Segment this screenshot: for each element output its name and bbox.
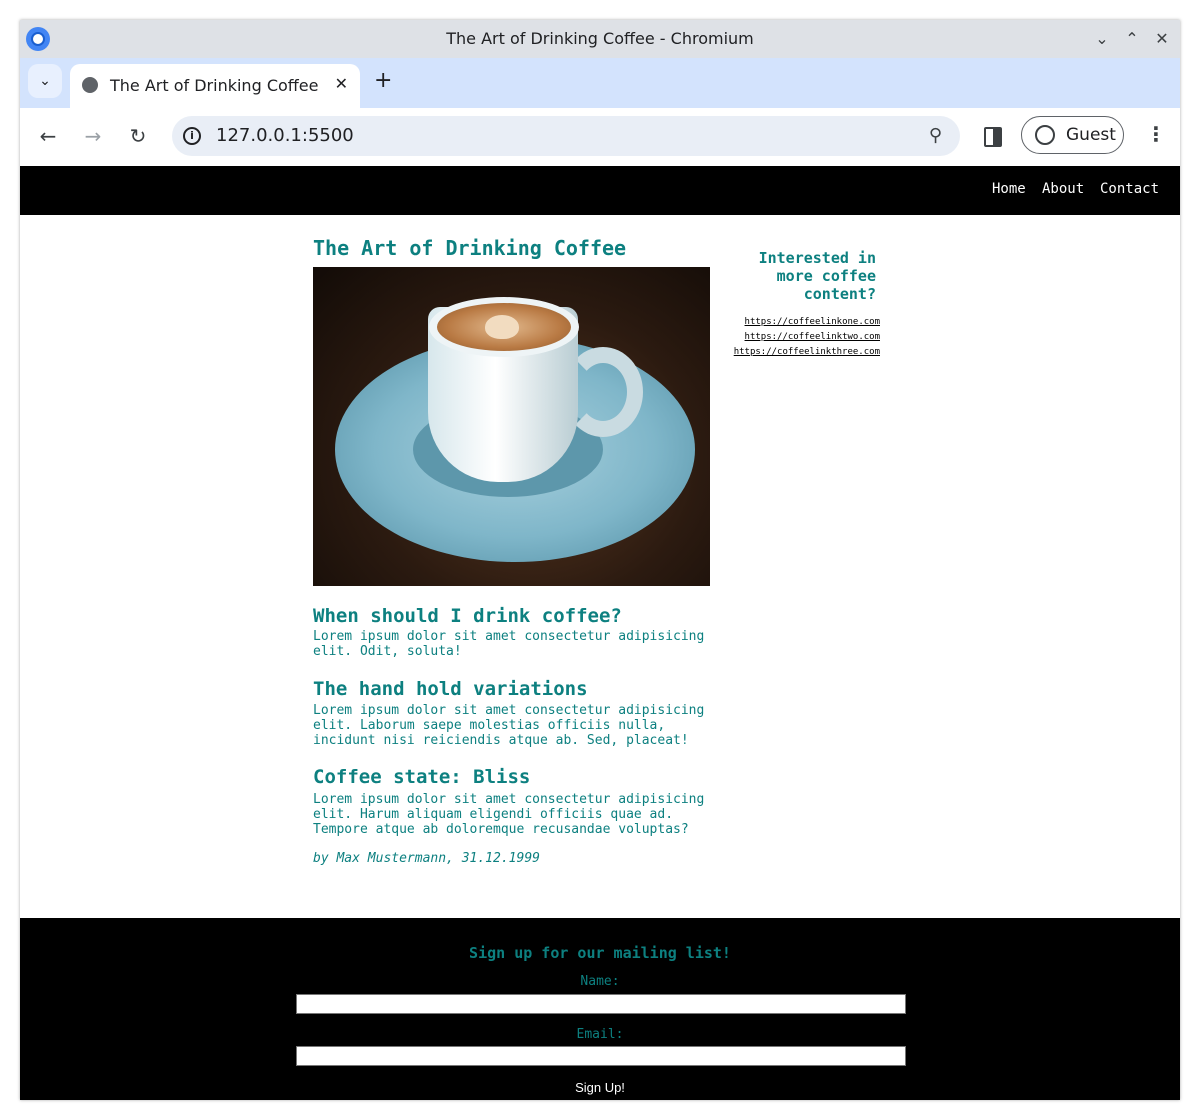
aside-link[interactable]: https://coffeelinkone.com — [720, 315, 880, 330]
aside-heading: Interested in more coffee content? — [758, 249, 876, 303]
section-heading: When should I drink coffee? — [313, 605, 622, 627]
nav-link-home[interactable]: Home — [992, 181, 1026, 197]
profile-label: Guest — [1066, 125, 1116, 145]
close-window-icon[interactable]: ✕ — [1151, 28, 1173, 50]
browser-toolbar: ← → ↻ i 127.0.0.1:5500 ⚲ Guest ⋮ — [20, 108, 1180, 166]
profile-button[interactable]: Guest — [1021, 116, 1124, 154]
aside-link-list: https://coffeelinkone.com https://coffee… — [720, 315, 880, 360]
nav-link-about[interactable]: About — [1042, 181, 1084, 197]
name-label: Name: — [580, 974, 620, 989]
address-bar[interactable]: i 127.0.0.1:5500 ⚲ — [172, 116, 960, 156]
minimize-icon[interactable]: ⌄ — [1091, 28, 1113, 50]
zoom-icon[interactable]: ⚲ — [929, 125, 942, 146]
maximize-icon[interactable]: ⌃ — [1121, 28, 1143, 50]
section-heading: The hand hold variations — [313, 678, 588, 700]
name-input[interactable] — [296, 994, 906, 1014]
globe-icon — [82, 77, 98, 93]
related-links-panel: Interested in more coffee content? https… — [720, 249, 890, 357]
site-info-icon[interactable]: i — [183, 127, 201, 145]
nav-link-contact[interactable]: Contact — [1100, 181, 1159, 197]
mailing-list-footer: Sign up for our mailing list! Name: Emai… — [20, 918, 1180, 1100]
email-label: Email: — [576, 1027, 624, 1042]
site-navbar: Home About Contact — [20, 166, 1180, 215]
section-text: Lorem ipsum dolor sit amet consectetur a… — [313, 629, 705, 659]
back-arrow-icon[interactable]: ← — [35, 123, 61, 149]
section-text: Lorem ipsum dolor sit amet consectetur a… — [313, 703, 705, 748]
side-panel-icon[interactable] — [984, 127, 1002, 147]
tab-search-button[interactable]: ⌄ — [28, 64, 62, 98]
section-text: Lorem ipsum dolor sit amet consectetur a… — [313, 792, 705, 837]
section-heading: Coffee state: Bliss — [313, 766, 531, 788]
account-icon — [1035, 125, 1055, 145]
reload-icon[interactable]: ↻ — [125, 123, 151, 149]
url-text[interactable]: 127.0.0.1:5500 — [216, 125, 354, 146]
active-tab[interactable]: The Art of Drinking Coffee ✕ — [70, 64, 360, 108]
footer-heading: Sign up for our mailing list! — [469, 944, 731, 962]
close-tab-icon[interactable]: ✕ — [335, 74, 348, 93]
forward-arrow-icon[interactable]: → — [80, 123, 106, 149]
browser-window: The Art of Drinking Coffee - Chromium ⌄ … — [20, 20, 1180, 1100]
tab-strip: ⌄ The Art of Drinking Coffee ✕ + — [20, 58, 1180, 108]
article-title: The Art of Drinking Coffee — [313, 236, 627, 260]
page-viewport: Home About Contact The Art of Drinking C… — [20, 166, 1180, 1100]
tab-title: The Art of Drinking Coffee — [110, 76, 319, 95]
sign-up-button[interactable]: Sign Up! — [550, 1076, 650, 1098]
title-bar: The Art of Drinking Coffee - Chromium ⌄ … — [20, 20, 1180, 58]
email-input[interactable] — [296, 1046, 906, 1066]
latte-art-shape — [485, 315, 519, 339]
window-title: The Art of Drinking Coffee - Chromium — [446, 29, 754, 48]
more-menu-icon[interactable]: ⋮ — [1146, 122, 1166, 146]
byline: by Max Mustermann, 31.12.1999 — [313, 851, 540, 866]
coffee-image — [313, 267, 710, 586]
aside-link[interactable]: https://coffeelinktwo.com — [720, 330, 880, 345]
new-tab-icon[interactable]: + — [374, 68, 392, 93]
aside-link[interactable]: https://coffeelinkthree.com — [720, 345, 880, 360]
